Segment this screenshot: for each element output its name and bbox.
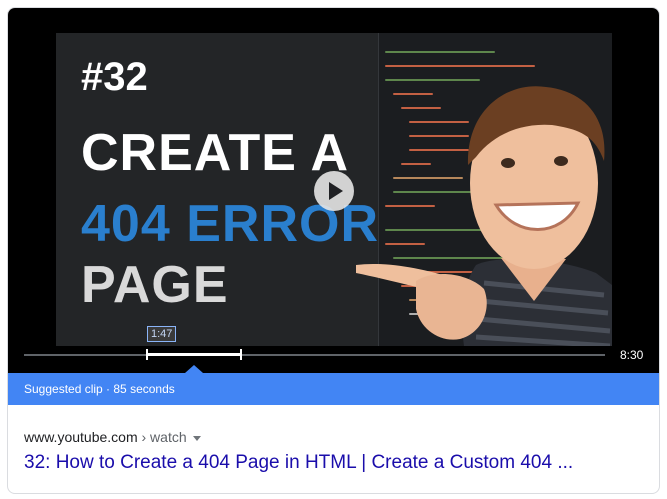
result-breadcrumb: › watch [137, 429, 187, 445]
clip-start-time: 1:47 [147, 326, 177, 342]
thumbnail-headline-line-1: CREATE A [81, 124, 349, 182]
play-button[interactable] [314, 171, 354, 211]
video-result-card: #32 CREATE A 404 ERROR PAGE 1:47 8:30 Su… [7, 7, 660, 494]
clip-start-marker[interactable] [146, 349, 148, 360]
thumbnail-episode-number: #32 [81, 55, 148, 99]
video-timeline[interactable] [24, 354, 605, 356]
suggested-clip-range[interactable] [146, 353, 241, 356]
result-url[interactable]: www.youtube.com › watch [24, 429, 201, 445]
video-player[interactable]: #32 CREATE A 404 ERROR PAGE 1:47 8:30 [8, 8, 659, 373]
suggested-clip-label: Suggested clip · 85 seconds [24, 382, 175, 396]
caret-down-icon[interactable] [192, 435, 201, 441]
thumbnail-headline-line-3: PAGE [81, 256, 229, 314]
result-domain: www.youtube.com [24, 429, 138, 445]
play-icon [329, 182, 343, 200]
video-duration: 8:30 [620, 348, 644, 362]
clip-pointer-notch [185, 365, 203, 373]
result-title-link[interactable]: 32: How to Create a 404 Page in HTML | C… [24, 452, 573, 474]
clip-end-marker[interactable] [240, 349, 242, 360]
suggested-clip-bar: Suggested clip · 85 seconds [8, 365, 659, 405]
